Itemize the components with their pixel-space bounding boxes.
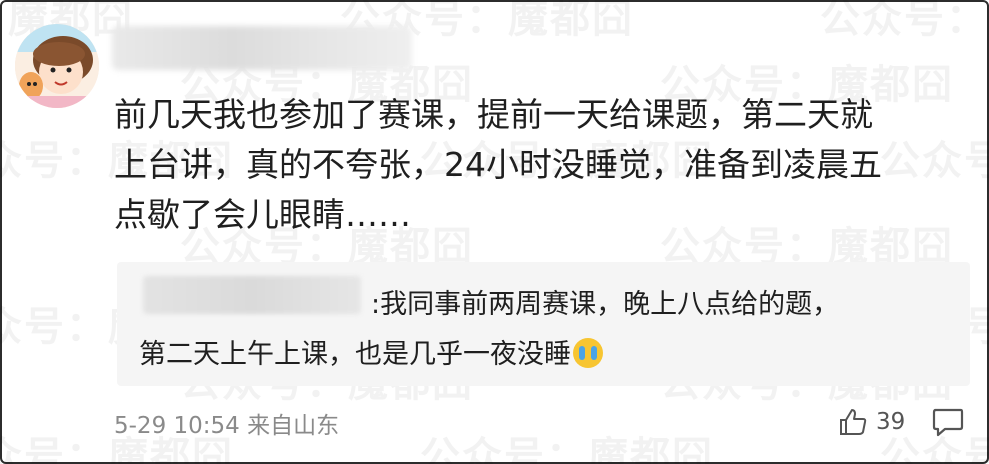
reply-text: :我同事前两周赛课，晚上八点给的题， 第二天上午上课，也是几乎一夜没睡	[139, 280, 959, 380]
comment-meta: 5-29 10:54 来自山东	[114, 406, 339, 440]
avatar-illustration	[15, 24, 99, 108]
crying-emoji-icon	[573, 338, 603, 368]
location: 来自山东	[247, 413, 340, 439]
reply-line: :我同事前两周赛课，晚上八点给的题，	[371, 289, 840, 320]
reply-line: 第二天上午上课，也是几乎一夜没睡	[139, 339, 571, 370]
like-count: 39	[876, 409, 906, 435]
comment-body: 前几天我也参加了赛课，提前一天给课题，第二天就 上台讲，真的不夸张，24小时没睡…	[114, 90, 974, 240]
thumbs-up-icon	[840, 409, 867, 435]
comment-bubble-icon[interactable]	[931, 406, 965, 438]
reply-box[interactable]: :我同事前两周赛课，晚上八点给的题， 第二天上午上课，也是几乎一夜没睡	[117, 262, 970, 386]
timestamp: 5-29 10:54	[114, 413, 240, 439]
comment-line: 点歇了会儿眼睛……	[114, 195, 411, 234]
username-redacted[interactable]	[112, 26, 412, 70]
comment-line: 上台讲，真的不夸张，24小时没睡觉，准备到凌晨五	[114, 145, 882, 184]
comment-line: 前几天我也参加了赛课，提前一天给课题，第二天就	[114, 95, 873, 134]
like-button[interactable]: 39	[838, 405, 905, 439]
avatar[interactable]	[15, 24, 99, 108]
